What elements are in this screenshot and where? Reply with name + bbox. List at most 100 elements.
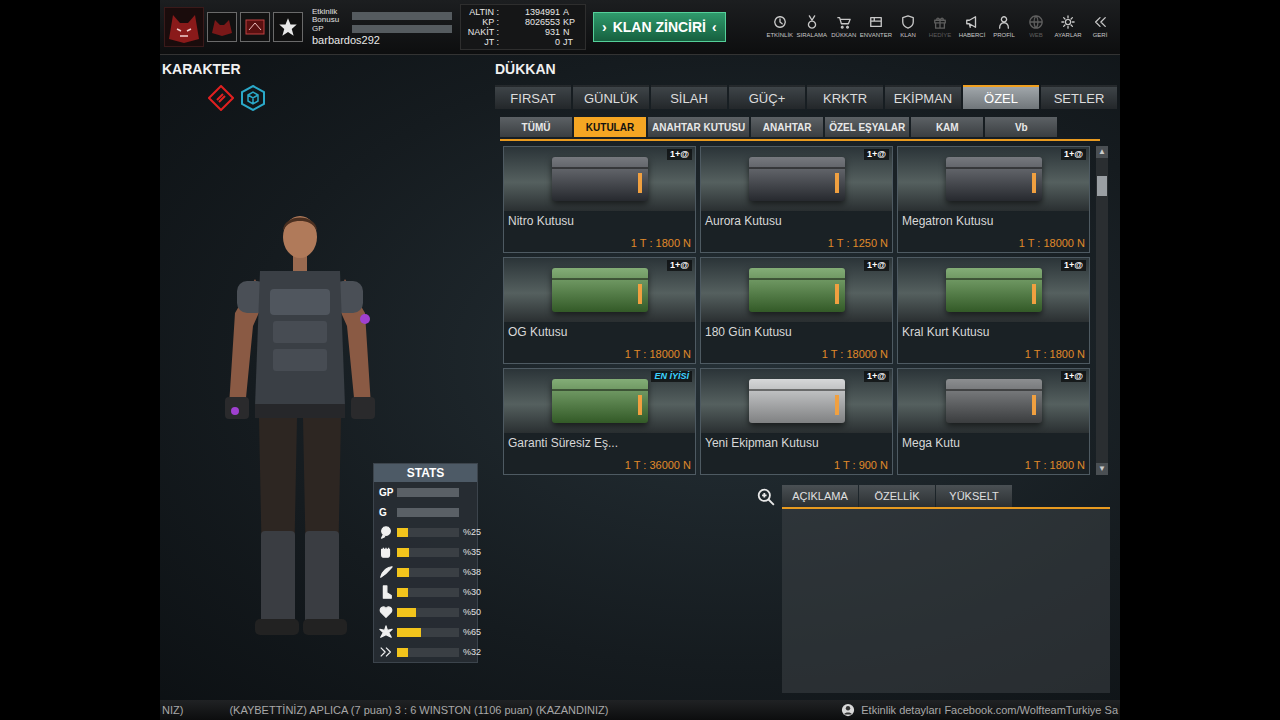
item-image: 1+@ [898, 147, 1089, 211]
shop-tab[interactable]: SİLAH [651, 85, 727, 109]
item-price: 1 T : 1250 N [701, 237, 892, 252]
item-image: 1+@ [898, 369, 1089, 433]
currency-unit: KP [563, 17, 581, 27]
item-name: Nitro Kutusu [504, 211, 695, 228]
meter-row: Etkinlik Bonusu [312, 8, 457, 24]
soldier-figure-icon [215, 201, 385, 641]
shop-tab[interactable]: EKİPMAN [885, 85, 961, 109]
item-card[interactable]: EN İYİSİ Garanti Süresiz Eş... 1 T : 360… [503, 368, 696, 475]
character-tool[interactable] [208, 85, 234, 111]
clan-chain-button[interactable]: › KLAN ZİNCİRİ ‹ [593, 12, 726, 42]
clan-badge[interactable] [207, 12, 237, 42]
nav-item[interactable]: ETKİNLİK [764, 15, 796, 39]
item-card[interactable]: 1+@ 180 Gün Kutusu 1 T : 18000 N [700, 257, 893, 364]
crate-icon [749, 379, 845, 423]
nav-label: KLAN [900, 32, 916, 39]
character-tool[interactable] [240, 85, 266, 111]
scroll-up-button[interactable]: ▲ [1096, 146, 1108, 158]
shop-panel: DÜKKAN FIRSATGÜNLÜKSİLAHGÜÇ+KRKTREKİPMAN… [495, 55, 1120, 700]
shop-subtab[interactable]: ANAHTAR KUTUSU [648, 117, 749, 137]
item-name: Megatron Kutusu [898, 211, 1089, 228]
scroll-track[interactable] [1096, 158, 1108, 463]
shop-subtab[interactable]: ÖZEL EŞYALAR [825, 117, 909, 137]
stat-track [397, 628, 459, 637]
main-area: KARAKTER STATS GP G %25 %35 %38 %30 %50 … [160, 55, 1120, 700]
shop-tabs: FIRSATGÜNLÜKSİLAHGÜÇ+KRKTREKİPMANÖZELSET… [495, 85, 1117, 109]
shop-tab[interactable]: GÜNLÜK [573, 85, 649, 109]
item-card[interactable]: 1+@ Megatron Kutusu 1 T : 18000 N [897, 146, 1090, 253]
item-card[interactable]: 1+@ Nitro Kutusu 1 T : 1800 N [503, 146, 696, 253]
item-card[interactable]: 1+@ Mega Kutu 1 T : 1800 N [897, 368, 1090, 475]
star-badge[interactable] [273, 12, 303, 42]
megaphone-icon [965, 15, 979, 29]
ticker-event: Etkinlik detayları Facebook.com/Wolfteam… [861, 704, 1118, 716]
stat-row: %65 [374, 622, 477, 642]
burst-icon [379, 625, 393, 639]
detail-tab[interactable]: YÜKSELT [936, 485, 1012, 507]
scroll-down-button[interactable]: ▼ [1096, 463, 1108, 475]
stat-row: %38 [374, 562, 477, 582]
character-model[interactable] [215, 201, 385, 641]
scrollbar[interactable]: ▲ ▼ [1096, 146, 1108, 475]
back-icon [1093, 15, 1107, 29]
stats-title: STATS [374, 464, 477, 482]
shop-subtab[interactable]: ANAHTAR [751, 117, 823, 137]
stat-track [397, 608, 459, 617]
item-name: OG Kutusu [504, 322, 695, 339]
currency-unit: A [563, 7, 581, 17]
shop-subtab[interactable]: TÜMÜ [500, 117, 572, 137]
nav-item[interactable]: ENVANTER [860, 15, 892, 39]
left-arrow: › [602, 19, 607, 35]
shop-subtab[interactable]: Vb [985, 117, 1057, 137]
shop-tab[interactable]: KRKTR [807, 85, 883, 109]
nav-item[interactable]: KLAN [892, 15, 924, 39]
detail-tab[interactable]: AÇIKLAMA [782, 485, 858, 507]
stat-reading: %35 [463, 547, 481, 557]
item-card[interactable]: 1+@ Aurora Kutusu 1 T : 1250 N [700, 146, 893, 253]
shop-subtab[interactable]: KAM [911, 117, 983, 137]
meter-track [352, 25, 452, 33]
nav-item[interactable]: GERİ [1084, 15, 1116, 39]
shop-tab[interactable]: SETLER [1041, 85, 1117, 109]
item-price: 1 T : 18000 N [504, 348, 695, 363]
item-image: 1+@ [701, 369, 892, 433]
stat-track [397, 588, 459, 597]
shop-tab[interactable]: ÖZEL [963, 85, 1039, 109]
item-card[interactable]: 1+@ Kral Kurt Kutusu 1 T : 1800 N [897, 257, 1090, 364]
detail-tab[interactable]: ÖZELLİK [859, 485, 935, 507]
stat-label: G [379, 507, 393, 518]
wolf-logo-icon [165, 9, 203, 45]
item-image: 1+@ [504, 147, 695, 211]
nav-label: PROFİL [993, 32, 1015, 39]
nav-label: ENVANTER [860, 32, 892, 39]
item-card[interactable]: 1+@ Yeni Ekipman Kutusu 1 T : 900 N [700, 368, 893, 475]
nav-item[interactable]: WEB [1020, 15, 1052, 39]
stat-row: %30 [374, 582, 477, 602]
nav-item[interactable]: DÜKKAN [828, 15, 860, 39]
currency-label: JT : [465, 37, 499, 47]
shop-tab[interactable]: FIRSAT [495, 85, 571, 109]
detail-panel: AÇIKLAMAÖZELLİKYÜKSELT [782, 485, 1110, 693]
item-card[interactable]: 1+@ OG Kutusu 1 T : 18000 N [503, 257, 696, 364]
letterbox-left [0, 0, 160, 720]
item-price: 1 T : 18000 N [898, 237, 1089, 252]
meter-row: GP [312, 25, 457, 33]
announcer-icon [841, 703, 855, 717]
cart-icon [837, 15, 851, 29]
nav-item[interactable]: HABERCİ [956, 15, 988, 39]
zoom-icon[interactable] [757, 488, 775, 506]
scroll-thumb[interactable] [1097, 176, 1107, 196]
shop-tab[interactable]: GÜÇ+ [729, 85, 805, 109]
top-bar: Etkinlik Bonusu GP barbardos292 ALTIN : … [160, 0, 1120, 55]
nav-item[interactable]: HEDİYE [924, 15, 956, 39]
person-icon [997, 15, 1011, 29]
shop-subtab[interactable]: KUTULAR [574, 117, 646, 137]
nav-item[interactable]: SIRALAMA [796, 15, 828, 39]
nav-item[interactable]: PROFİL [988, 15, 1020, 39]
main-nav: ETKİNLİK SIRALAMA DÜKKAN ENVANTER KLAN H… [764, 15, 1116, 39]
character-title: KARAKTER [162, 59, 495, 79]
nav-item[interactable]: AYARLAR [1052, 15, 1084, 39]
rank-badge[interactable] [240, 12, 270, 42]
stat-reading: %38 [463, 567, 481, 577]
news-ticker: NIZ) (KAYBETTİNİZ) APLICA (7 puan) 3 : 6… [160, 700, 1120, 720]
